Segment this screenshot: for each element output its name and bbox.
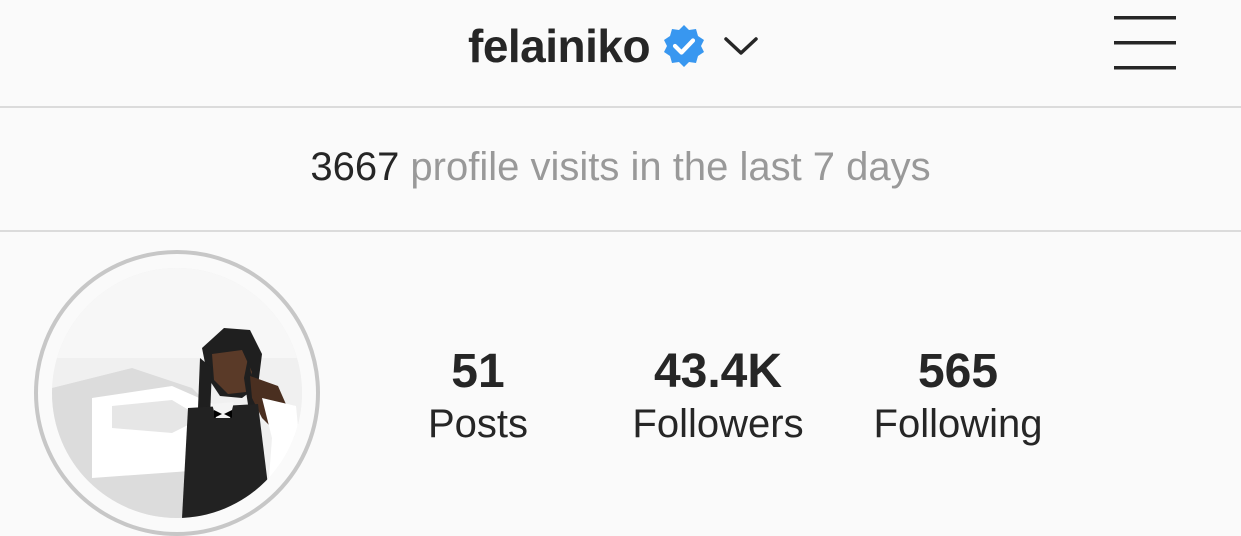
- profile-header: felainiko: [0, 0, 1241, 108]
- following-label: Following: [873, 402, 1043, 446]
- avatar-ring[interactable]: [34, 250, 320, 536]
- posts-label: Posts: [427, 402, 529, 446]
- profile-visits-count: 3667: [310, 145, 400, 189]
- profile-avatar[interactable]: [52, 268, 302, 518]
- profile-visits-text: profile visits in the last 7 days: [399, 145, 931, 189]
- stat-posts[interactable]: 51 Posts: [398, 344, 558, 448]
- profile-visits-banner[interactable]: 3667 profile visits in the last 7 days: [0, 108, 1241, 232]
- following-count: 565: [917, 345, 999, 398]
- hamburger-menu-icon[interactable]: [1114, 16, 1176, 70]
- username-title[interactable]: felainiko: [468, 23, 651, 69]
- account-switcher[interactable]: felainiko: [468, 17, 758, 75]
- stat-following[interactable]: 565 Following: [858, 344, 1058, 448]
- verified-badge-icon: [662, 24, 706, 68]
- posts-count: 51: [451, 345, 505, 398]
- followers-count: 43.4K: [653, 345, 783, 398]
- chevron-down-icon[interactable]: [724, 36, 758, 56]
- followers-label: Followers: [632, 402, 804, 446]
- stat-followers[interactable]: 43.4K Followers: [598, 344, 838, 448]
